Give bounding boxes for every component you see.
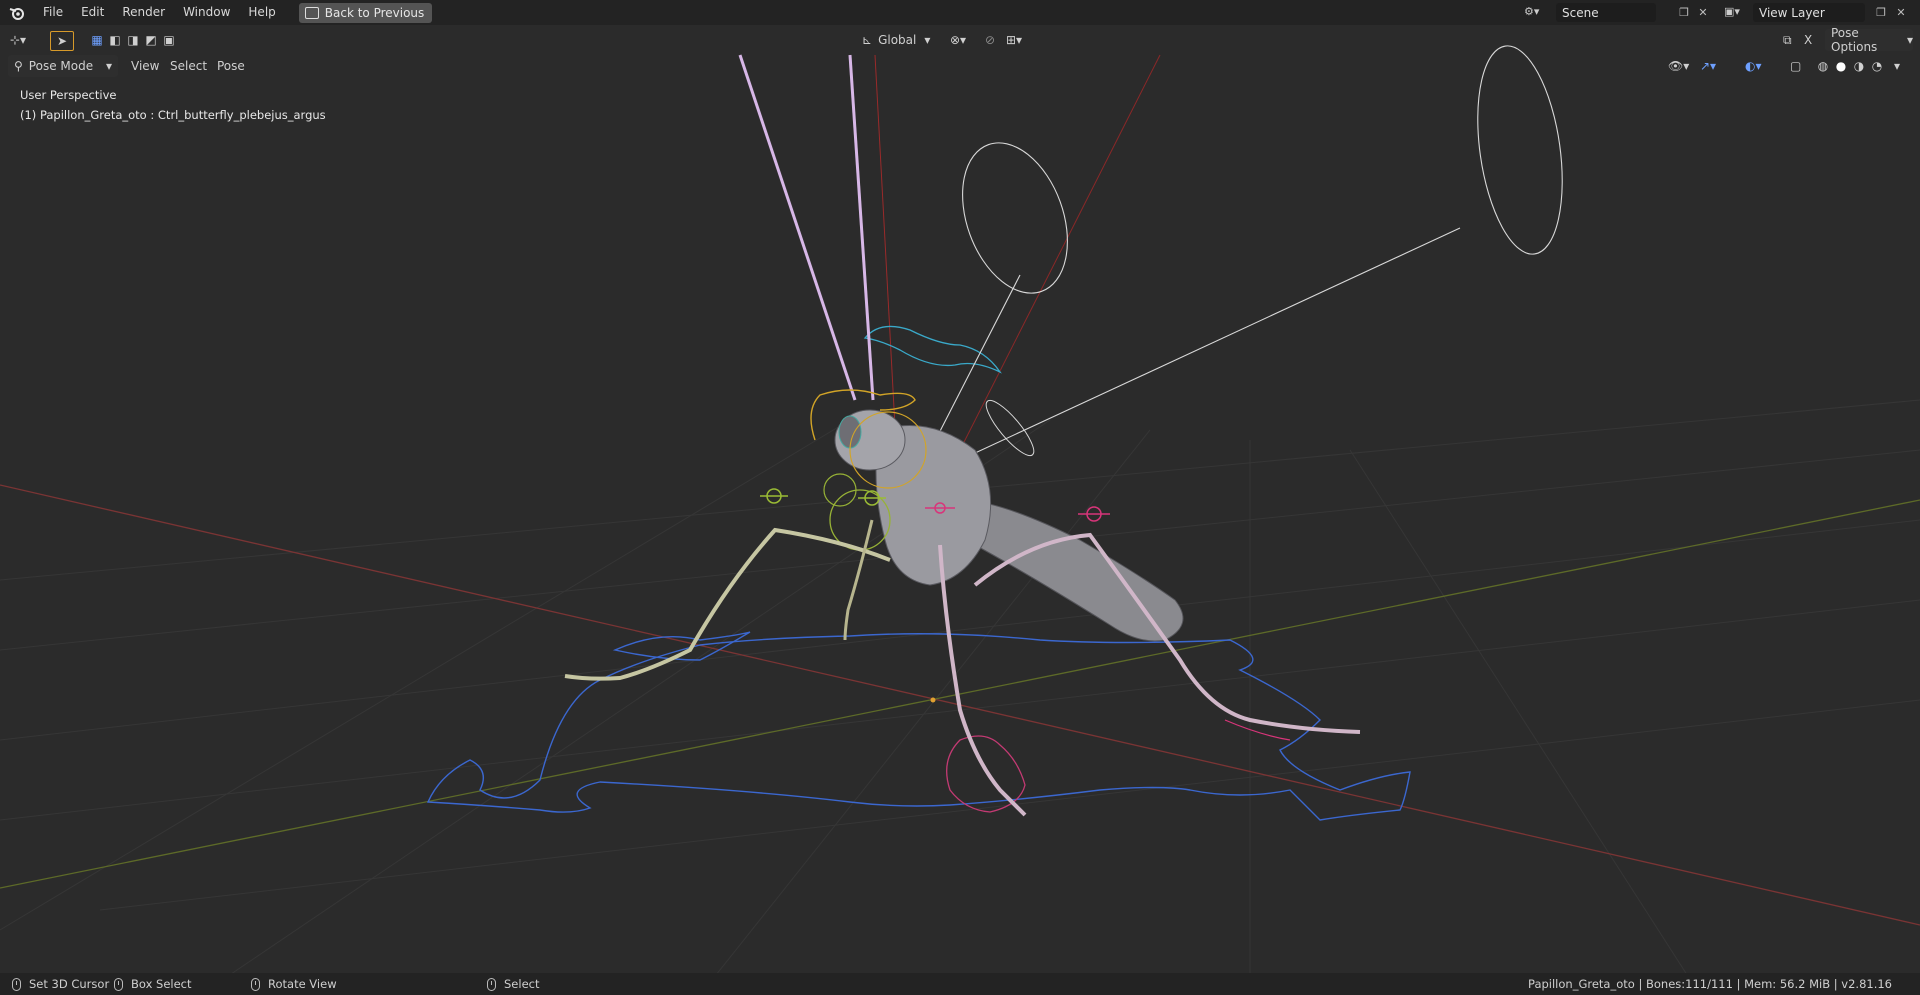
mode-dropdown[interactable]: ⚲ Pose Mode ▾ [8, 55, 118, 77]
pose-options-dropdown[interactable]: Pose Options ▾ [1825, 26, 1913, 54]
chevron-down-icon: ▾ [105, 59, 112, 73]
mouse-right-icon [487, 977, 496, 991]
solid-shading-icon[interactable]: ● [1832, 57, 1850, 75]
scene-name: Scene [1562, 5, 1599, 20]
menu-pose[interactable]: Pose [217, 55, 245, 77]
butterfly-eye [838, 415, 862, 449]
menu-render[interactable]: Render [113, 0, 174, 25]
status-info: Papillon_Greta_oto | Bones:111/111 | Mem… [1528, 977, 1892, 991]
status-middle: Rotate View [251, 973, 337, 995]
shading-options-icon[interactable]: ▾ [1894, 55, 1904, 77]
wireframe-shading-icon[interactable]: ◍ [1814, 57, 1832, 75]
view-layer-name: View Layer [1759, 5, 1825, 20]
status-right: Select [487, 973, 539, 995]
back-to-previous-label: Back to Previous [324, 5, 425, 20]
green-target-left [760, 488, 788, 504]
transform-orientation-dropdown[interactable]: ⊾ Global ▾ [862, 29, 942, 51]
bone-outline-blue [426, 633, 1411, 821]
select-invert-icon[interactable]: ◩ [142, 31, 160, 49]
antenna-right [848, 54, 875, 401]
select-intersect-icon[interactable]: ▣ [160, 31, 178, 49]
gizmo-icon[interactable]: ↗▾ [1700, 55, 1736, 77]
view-perspective-label: User Perspective [20, 88, 117, 102]
new-view-layer-icon[interactable]: ❐ [1874, 5, 1888, 19]
rendered-shading-icon[interactable]: ◔ [1868, 57, 1886, 75]
scene-name-field[interactable]: Scene [1556, 3, 1656, 22]
menu-window[interactable]: Window [174, 0, 239, 25]
status-left-click: Set 3D Cursor [12, 973, 109, 995]
blender-logo-icon[interactable] [0, 0, 34, 25]
editor-type-icon[interactable]: ⊹▾ [10, 29, 40, 51]
select-subtract-icon[interactable]: ◨ [124, 31, 142, 49]
wing-control-circle-left [962, 142, 1068, 294]
chevron-down-icon: ▾ [924, 33, 931, 47]
pose-mode-icon: ⚲ [14, 59, 23, 73]
mode-label: Pose Mode [28, 59, 94, 73]
selection-mode-group: ▦ ◧ ◨ ◩ ▣ [88, 29, 178, 51]
view-layer-icon[interactable]: ▣▾ [1724, 5, 1750, 20]
status-drag: Box Select [114, 973, 192, 995]
snap-icon[interactable]: ⊘ [985, 29, 1005, 51]
menu-file[interactable]: File [34, 0, 72, 25]
antenna-left [738, 54, 857, 401]
tool-header: ⊹▾ ➤ ▦ ◧ ◨ ◩ ▣ ⊾ Global ▾ ⊗▾ ⊘ ⊞▾ ⧉ X Po… [0, 25, 1920, 55]
x-mirror-icon[interactable]: ⧉ [1783, 29, 1801, 51]
visibility-icon[interactable]: 👁▾ [1668, 55, 1694, 77]
select-new-icon[interactable]: ▦ [88, 31, 106, 49]
small-wing-circle [985, 399, 1035, 457]
chevron-down-icon: ▾ [1906, 33, 1913, 47]
active-object-label: (1) Papillon_Greta_oto : Ctrl_butterfly_… [20, 108, 326, 122]
status-bar: Set 3D Cursor Box Select Rotate View Sel… [0, 973, 1920, 995]
orientation-icon: ⊾ [862, 33, 873, 47]
pose-options-label: Pose Options [1831, 26, 1878, 54]
x-mirror-toggle[interactable]: X [1804, 29, 1816, 51]
mouse-middle-icon [251, 977, 260, 991]
3d-cursor-origin [930, 697, 936, 703]
mouse-left-icon [12, 977, 21, 991]
delete-scene-icon[interactable]: ✕ [1696, 5, 1710, 19]
menu-edit[interactable]: Edit [72, 0, 113, 25]
menu-select[interactable]: Select [170, 55, 207, 77]
new-scene-icon[interactable]: ❐ [1677, 5, 1691, 19]
scene-selector-icon[interactable]: ⚙▾ [1524, 5, 1550, 20]
leg-mid [938, 544, 1027, 817]
diagonal-red-line [959, 54, 1161, 451]
pivot-point-icon[interactable]: ⊗▾ [950, 29, 980, 51]
select-extend-icon[interactable]: ◧ [106, 31, 124, 49]
mouse-drag-icon [114, 977, 123, 991]
back-to-previous-button[interactable]: Back to Previous [298, 2, 433, 23]
pink-target [1078, 506, 1110, 522]
view-layer-field[interactable]: View Layer [1753, 3, 1865, 22]
status-middle-label: Rotate View [268, 977, 337, 991]
transform-orientation-label: Global [878, 33, 917, 47]
xray-icon[interactable]: ▢ [1790, 55, 1806, 77]
shading-mode-group: ◍ ● ◑ ◔ [1814, 55, 1886, 77]
3d-viewport[interactable] [0, 0, 1920, 995]
screen-icon [304, 6, 319, 19]
status-drag-label: Box Select [131, 977, 192, 991]
wing-control-line-right [959, 227, 1461, 461]
viewport-header: ⚲ Pose Mode ▾ View Select Pose 👁▾ ↗▾ ◐▾ … [0, 55, 1920, 77]
status-right-label: Select [504, 977, 540, 991]
material-shading-icon[interactable]: ◑ [1850, 57, 1868, 75]
delete-view-layer-icon[interactable]: ✕ [1894, 5, 1908, 19]
leg-mid-left [843, 519, 874, 641]
select-tool-icon[interactable]: ➤ [50, 31, 74, 51]
bone-outline-cyan [863, 325, 1002, 374]
menu-view[interactable]: View [131, 55, 159, 77]
menu-help[interactable]: Help [239, 0, 284, 25]
top-menu-bar: File Edit Render Window Help Back to Pre… [0, 0, 1920, 25]
snap-target-icon[interactable]: ⊞▾ [1006, 29, 1036, 51]
overlays-icon[interactable]: ◐▾ [1745, 55, 1779, 77]
status-left-click-label: Set 3D Cursor [29, 977, 110, 991]
